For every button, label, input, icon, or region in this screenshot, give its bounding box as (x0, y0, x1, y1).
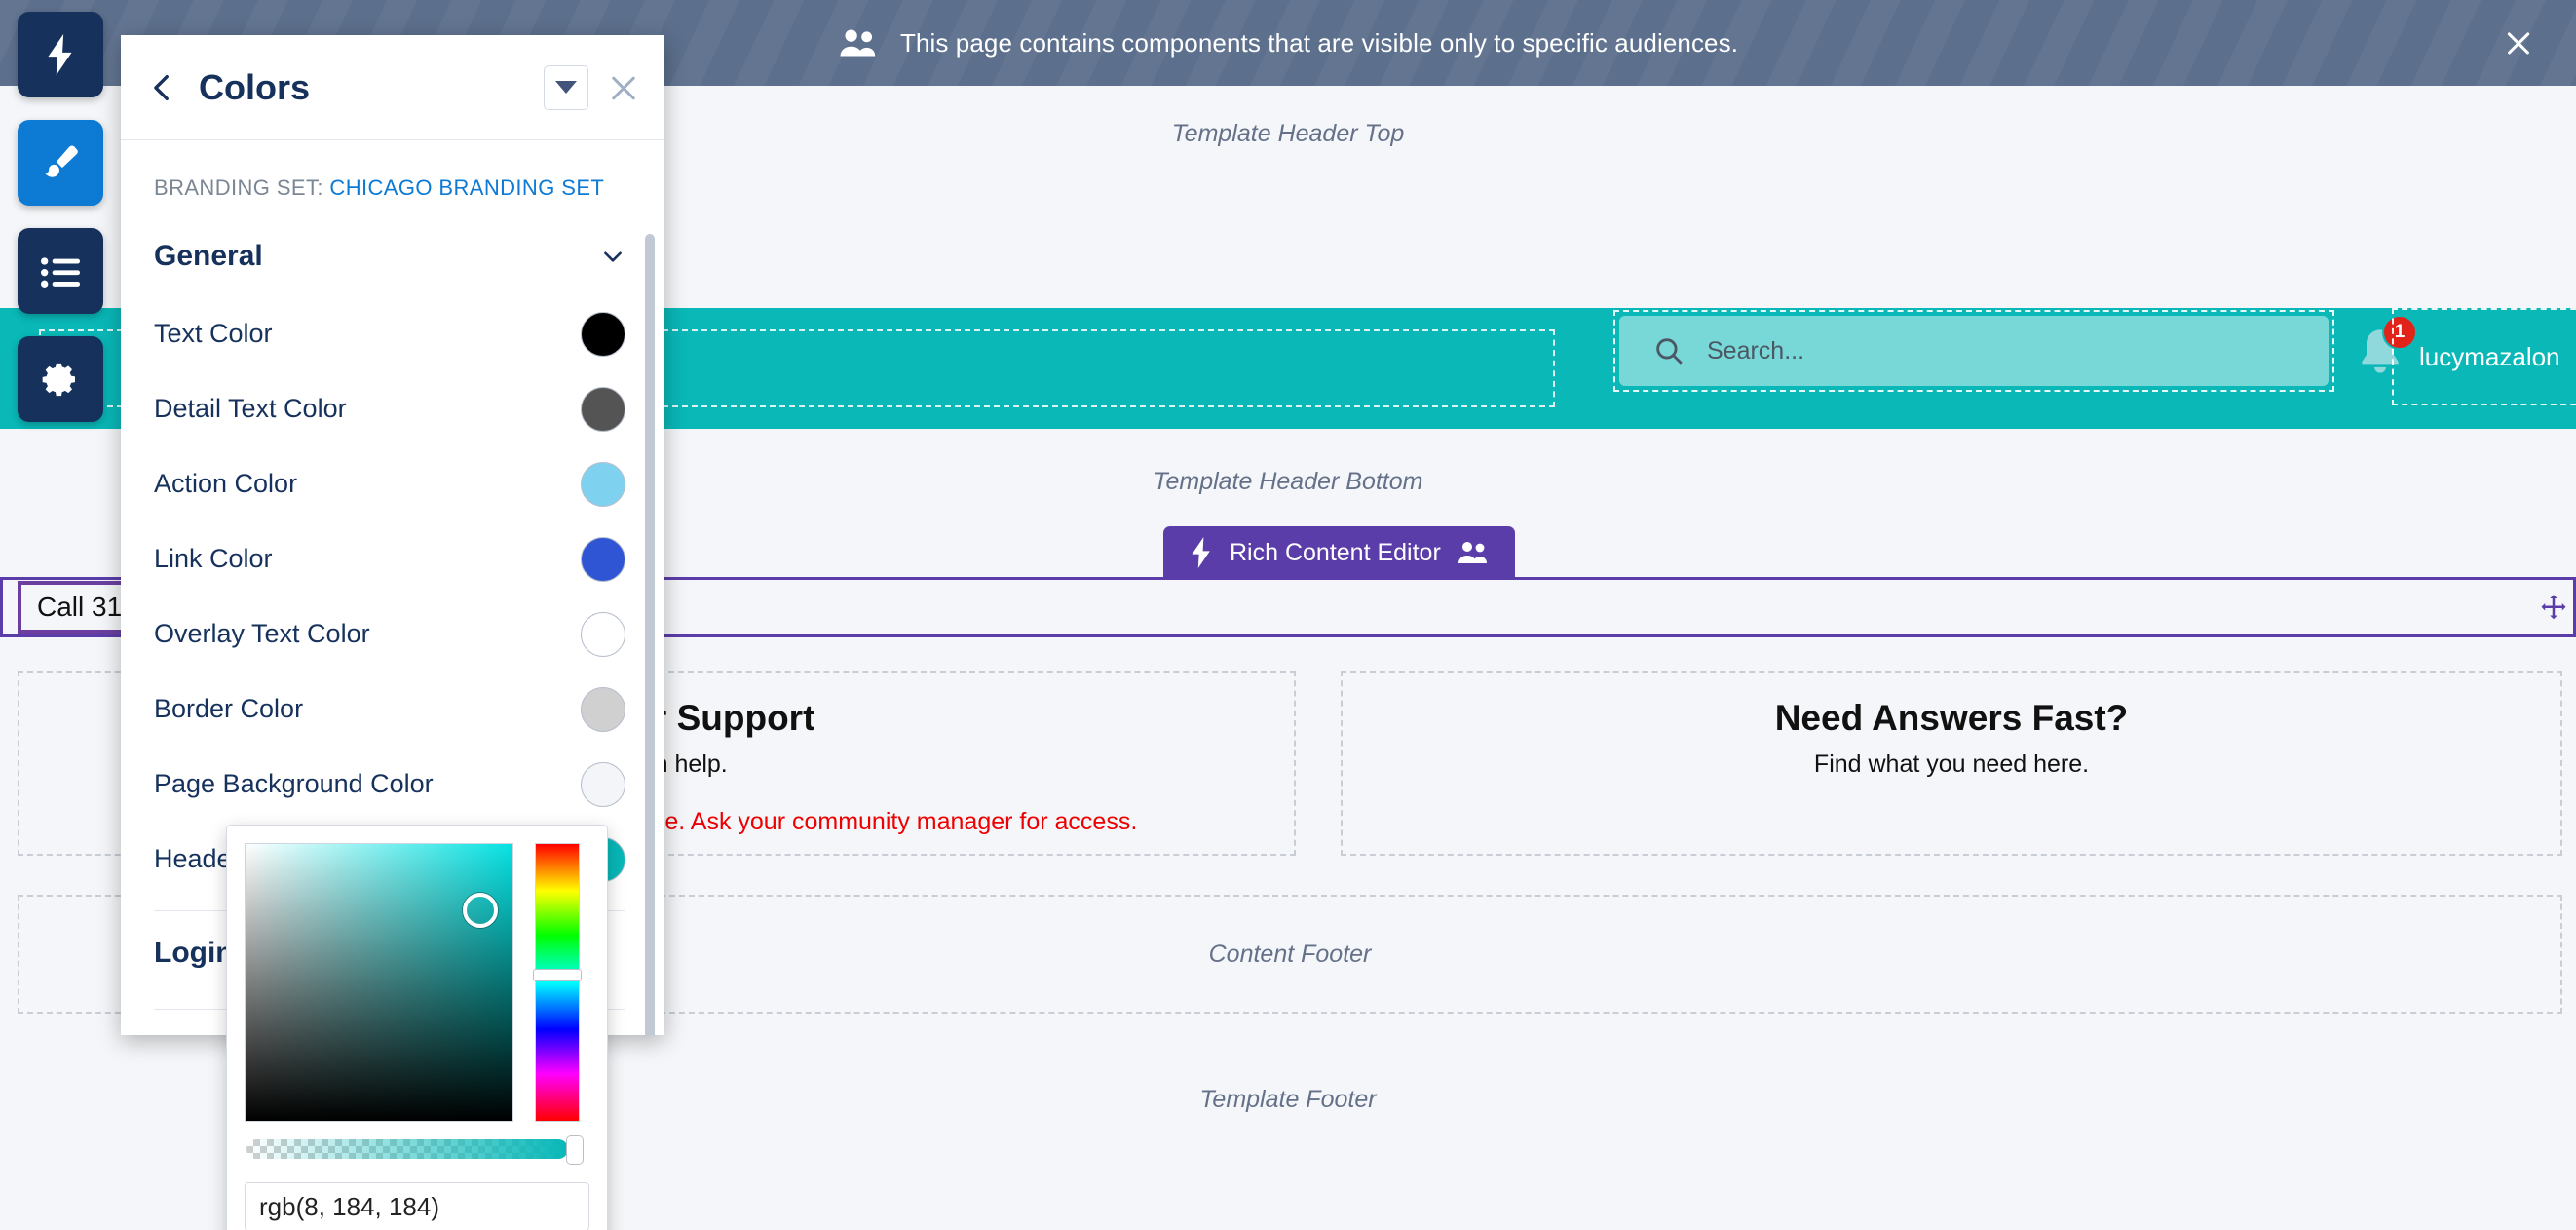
content-card-answers[interactable]: Need Answers Fast? Find what you need he… (1341, 671, 2562, 856)
color-label: Text Color (154, 319, 273, 349)
audience-group-icon (1457, 540, 1490, 565)
selected-component-badge[interactable]: Rich Content Editor (1163, 526, 1515, 579)
color-label: Page Background Color (154, 769, 434, 799)
color-label: Action Color (154, 469, 297, 499)
alpha-slider-thumb[interactable] (566, 1135, 584, 1165)
color-swatch[interactable] (581, 462, 625, 507)
color-row-page-background-color[interactable]: Page Background Color (154, 747, 625, 822)
color-value-input[interactable]: rgb(8, 184, 184) (245, 1182, 589, 1230)
saturation-value-field[interactable] (245, 843, 513, 1122)
branding-set-prefix: BRANDING SET: (154, 175, 323, 200)
section-general[interactable]: General (154, 230, 625, 296)
zone-label-template-header-top: Template Header Top (1172, 120, 1405, 148)
selected-component-label: Rich Content Editor (1230, 539, 1441, 567)
user-name-label: lucymazalon (2419, 342, 2560, 372)
color-row-border-color[interactable]: Border Color (154, 672, 625, 747)
color-swatch[interactable] (581, 612, 625, 657)
color-row-detail-text-color[interactable]: Detail Text Color (154, 371, 625, 446)
color-label: Border Color (154, 694, 303, 724)
move-handle-icon[interactable] (2532, 586, 2575, 631)
list-icon (41, 254, 80, 288)
rail-item-settings[interactable] (18, 336, 103, 422)
lightning-icon (1189, 537, 1214, 568)
app-root: Template Header Top Search... 1 lucymaza… (0, 0, 2576, 1230)
color-swatch[interactable] (581, 762, 625, 807)
color-picker-gradients (245, 843, 589, 1122)
color-swatch[interactable] (581, 687, 625, 732)
color-row-overlay-text-color[interactable]: Overlay Text Color (154, 596, 625, 672)
panel-scrollbar[interactable] (645, 234, 655, 1035)
panel-menu-button[interactable] (544, 65, 588, 110)
color-row-action-color[interactable]: Action Color (154, 446, 625, 521)
builder-icon-rail (18, 12, 111, 444)
brush-icon (40, 142, 81, 183)
chevron-left-icon[interactable] (146, 71, 179, 104)
alpha-slider-track[interactable] (246, 1139, 568, 1159)
section-general-label: General (154, 240, 263, 273)
card-subheading: Find what you need here. (1343, 750, 2560, 779)
gear-icon (41, 360, 80, 399)
color-swatch[interactable] (581, 387, 625, 432)
chevron-down-icon (555, 81, 577, 94)
search-icon (1652, 334, 1686, 367)
color-swatch[interactable] (581, 537, 625, 582)
hue-slider[interactable] (535, 843, 580, 1122)
panel-scrollbar-thumb[interactable] (645, 234, 655, 1035)
search-input[interactable]: Search... (1619, 316, 2329, 386)
audience-banner-message: This page contains components that are v… (900, 28, 1738, 58)
color-row-text-color[interactable]: Text Color (154, 296, 625, 371)
close-icon[interactable] (608, 72, 639, 103)
card-heading: Need Answers Fast? (1343, 696, 2560, 741)
page-title: Colors (199, 67, 544, 108)
zone-label-content-footer: Content Footer (1209, 941, 1372, 969)
colors-panel-header: Colors (121, 35, 664, 140)
saturation-value-cursor[interactable] (463, 893, 498, 928)
lightning-icon (46, 34, 75, 75)
rail-item-page-structure[interactable] (18, 228, 103, 314)
zone-label-template-header-bottom: Template Header Bottom (1153, 468, 1422, 496)
branding-set-link[interactable]: CHICAGO BRANDING SET (329, 175, 604, 200)
rail-item-branding[interactable] (18, 120, 103, 206)
rail-item-components[interactable] (18, 12, 103, 97)
zone-label-template-footer: Template Footer (1199, 1086, 1376, 1114)
color-label: Overlay Text Color (154, 619, 370, 649)
close-icon[interactable] (2502, 26, 2535, 59)
color-label: Detail Text Color (154, 394, 347, 424)
audience-group-icon (838, 27, 879, 58)
color-swatch[interactable] (581, 312, 625, 357)
chevron-down-icon[interactable] (600, 244, 625, 269)
color-picker-popover[interactable]: rgb(8, 184, 184) (226, 825, 608, 1230)
search-placeholder: Search... (1707, 337, 1804, 365)
branding-set-line: BRANDING SET: CHICAGO BRANDING SET (154, 175, 625, 201)
user-menu[interactable]: lucymazalon (2392, 308, 2576, 405)
color-row-link-color[interactable]: Link Color (154, 521, 625, 596)
hue-slider-thumb[interactable] (533, 969, 582, 981)
color-label: Link Color (154, 544, 273, 574)
alpha-slider[interactable] (245, 1139, 589, 1161)
